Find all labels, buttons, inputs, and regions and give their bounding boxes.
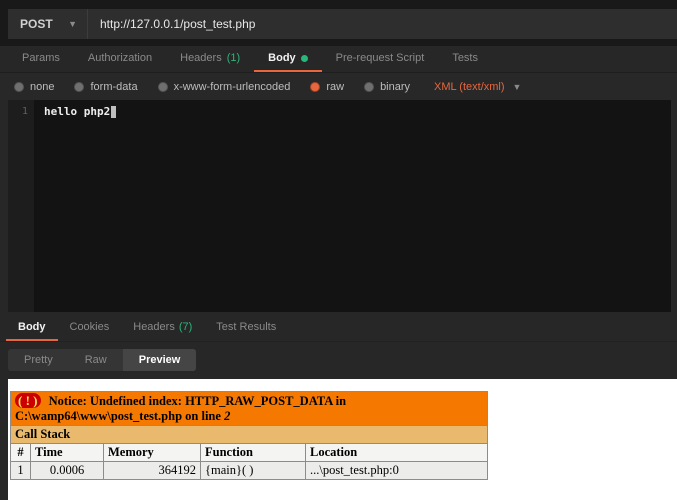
view-mode-raw[interactable]: Raw — [69, 349, 123, 371]
code-text: hello php2 — [44, 105, 111, 118]
tab-label: Params — [22, 52, 60, 64]
response-tab-body[interactable]: Body — [6, 321, 58, 341]
mode-none[interactable]: none — [14, 81, 54, 93]
mode-label: raw — [326, 80, 345, 93]
tab-label: Headers — [180, 52, 222, 64]
col-index: # — [10, 443, 31, 462]
col-memory: Memory — [103, 443, 201, 462]
mode-form-data[interactable]: form-data — [74, 80, 138, 93]
radio-icon — [157, 81, 168, 92]
response-section: Body Cookies Headers (7) Test Results Pr… — [0, 312, 677, 379]
call-stack-header: Call Stack — [9, 425, 489, 444]
table-header-row: # Time Memory Function Location — [10, 443, 489, 462]
headers-count-badge: (7) — [178, 321, 193, 333]
url-input[interactable]: http://127.0.0.1/post_test.php — [88, 9, 677, 39]
tab-label: Cookies — [69, 321, 110, 333]
radio-icon — [364, 81, 375, 92]
raw-content-type-dropdown[interactable]: XML (text/xml) ▼ — [434, 81, 521, 93]
request-tabs: Params Authorization Headers (1) Body Pr… — [0, 46, 677, 73]
response-tab-cookies[interactable]: Cookies — [58, 321, 122, 341]
cell-memory: 364192 — [103, 461, 201, 480]
chevron-down-icon: ▼ — [512, 81, 522, 92]
tab-label: Headers — [133, 321, 175, 333]
tab-tests[interactable]: Tests — [438, 46, 492, 72]
call-stack-title: Call Stack — [9, 425, 489, 444]
tab-body[interactable]: Body — [254, 46, 322, 72]
tab-label: Authorization — [87, 52, 153, 64]
line-number: 1 — [21, 106, 28, 117]
cell-time: 0.0006 — [30, 461, 104, 480]
tab-headers[interactable]: Headers (1) — [166, 46, 254, 72]
line-number-gutter: 1 — [8, 100, 34, 312]
tab-label: Body — [268, 52, 296, 64]
body-filled-dot-icon — [300, 54, 308, 62]
response-tabs: Body Cookies Headers (7) Test Results — [0, 321, 677, 342]
text-cursor — [111, 105, 117, 118]
view-mode-switcher: Pretty Raw Preview — [8, 349, 197, 371]
response-preview-pane[interactable]: ( ! ) Notice: Undefined index: HTTP_RAW_… — [8, 379, 677, 500]
tab-label: Test Results — [216, 321, 277, 333]
headers-count-badge: (1) — [226, 52, 241, 64]
notice-row: ( ! ) Notice: Undefined index: HTTP_RAW_… — [9, 391, 489, 426]
raw-type-label: XML (text/xml) — [434, 80, 505, 93]
mode-label: none — [30, 80, 55, 93]
mode-label: binary — [380, 80, 411, 93]
response-tab-test-results[interactable]: Test Results — [204, 321, 288, 341]
tab-authorization[interactable]: Authorization — [74, 46, 166, 72]
raw-body-editor[interactable]: 1 hello php2 — [8, 100, 671, 312]
view-mode-preview[interactable]: Preview — [122, 349, 197, 371]
chevron-down-icon: ▼ — [68, 19, 77, 29]
mode-label: x-www-form-urlencoded — [173, 80, 291, 93]
tab-params[interactable]: Params — [8, 46, 74, 72]
tab-label: Pre-request Script — [335, 52, 425, 64]
tab-label: Tests — [452, 52, 478, 64]
mode-raw[interactable]: raw — [310, 81, 344, 93]
segment-label: Raw — [84, 354, 107, 366]
warning-icon: ( ! ) — [15, 393, 41, 408]
request-bar: POST ▼ http://127.0.0.1/post_test.php — [0, 0, 677, 46]
cell-function: {main}( ) — [200, 461, 306, 480]
col-function: Function — [200, 443, 306, 462]
body-mode-row: none form-data x-www-form-urlencoded raw… — [0, 73, 677, 100]
radio-icon — [74, 81, 85, 92]
tab-label: Body — [18, 321, 46, 333]
code-area[interactable]: hello php2 — [34, 100, 671, 312]
mode-label: form-data — [90, 80, 138, 93]
col-time: Time — [30, 443, 104, 462]
mode-binary[interactable]: binary — [364, 81, 410, 93]
radio-selected-icon — [310, 81, 321, 92]
table-row: 1 0.0006 364192 {main}( ) ...\post_test.… — [10, 461, 489, 480]
segment-label: Preview — [138, 354, 181, 366]
method-dropdown[interactable]: POST ▼ — [8, 9, 88, 39]
url-text: http://127.0.0.1/post_test.php — [100, 17, 256, 31]
postman-window: POST ▼ http://127.0.0.1/post_test.php Pa… — [0, 0, 677, 500]
segment-label: Pretty — [24, 354, 53, 366]
notice-line-number: 2 — [224, 409, 231, 423]
method-label: POST — [20, 17, 53, 31]
response-tab-headers[interactable]: Headers (7) — [121, 321, 204, 341]
radio-icon — [14, 81, 24, 92]
mode-x-www-form-urlencoded[interactable]: x-www-form-urlencoded — [157, 80, 291, 93]
cell-location: ...\post_test.php:0 — [304, 461, 489, 480]
xdebug-error-table: ( ! ) Notice: Undefined index: HTTP_RAW_… — [9, 391, 489, 480]
tab-pre-request-script[interactable]: Pre-request Script — [322, 46, 439, 72]
col-location: Location — [304, 443, 489, 462]
view-mode-pretty[interactable]: Pretty — [8, 349, 69, 371]
response-preview-wrap: ( ! ) Notice: Undefined index: HTTP_RAW_… — [0, 379, 677, 500]
response-view-row: Pretty Raw Preview — [0, 342, 677, 379]
cell-index: 1 — [10, 461, 31, 480]
notice-text: Notice: Undefined index: HTTP_RAW_POST_D… — [15, 394, 347, 423]
